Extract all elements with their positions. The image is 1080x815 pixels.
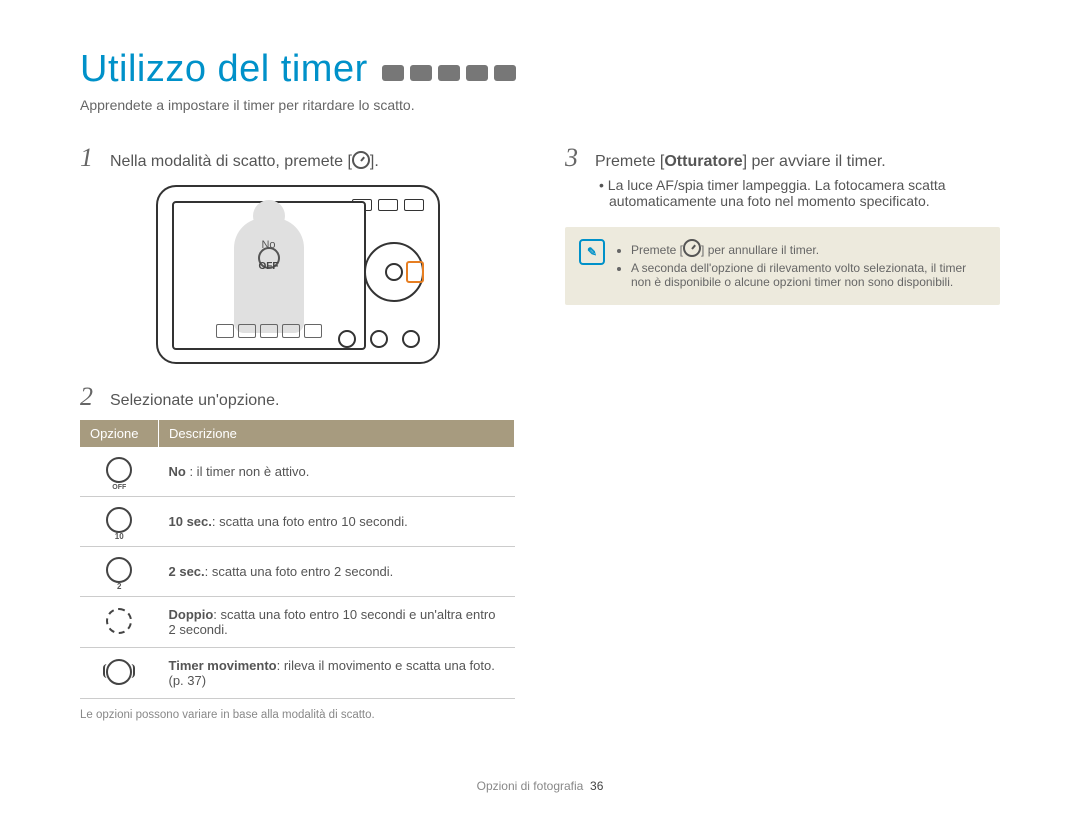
screen-off-label: OFF: [259, 261, 279, 272]
timer-icon: [683, 239, 701, 257]
step-number-3: 3: [565, 143, 587, 173]
timer-double-icon: [106, 608, 132, 634]
dpad-right-highlight: [406, 261, 424, 283]
page-title: Utilizzo del timer: [80, 48, 368, 91]
page-footer: Opzioni di fotografia 36: [0, 779, 1080, 793]
table-header-option: Opzione: [80, 420, 159, 447]
timer-off-icon: [106, 457, 132, 483]
info-box: ✎ Premete [] per annullare il timer. A s…: [565, 227, 1000, 305]
camera-illustration: No OFF: [156, 185, 440, 364]
step-3-bullet: • La luce AF/spia timer lampeggia. La fo…: [599, 177, 1000, 209]
step-2-text: Selezionate un'opzione.: [110, 392, 279, 410]
table-row: Doppio: scatta una foto entro 10 secondi…: [80, 597, 515, 648]
step-3-text: Premete [Otturatore] per avviare il time…: [595, 153, 886, 171]
timer-2s-icon: [106, 557, 132, 583]
mode-icon: [410, 65, 432, 81]
table-row: No : il timer non è attivo.: [80, 447, 515, 497]
mode-icon: [494, 65, 516, 81]
info-bullet-1: Premete [] per annullare il timer.: [631, 239, 986, 257]
table-row: 10 sec.: scatta una foto entro 10 second…: [80, 497, 515, 547]
mode-icons: [382, 65, 516, 87]
camera-screen: No OFF: [172, 201, 366, 350]
options-table: Opzione Descrizione No : il timer non è …: [80, 420, 515, 699]
table-footnote: Le opzioni possono variare in base alla …: [80, 709, 515, 721]
step-number-1: 1: [80, 143, 102, 173]
page-subtitle: Apprendete a impostare il timer per rita…: [80, 97, 1000, 113]
mode-icon: [382, 65, 404, 81]
info-icon: ✎: [579, 239, 605, 265]
info-bullet-2: A seconda dell'opzione di rilevamento vo…: [631, 261, 986, 289]
step-number-2: 2: [80, 382, 102, 412]
timer-10s-icon: [106, 507, 132, 533]
dpad: [364, 242, 424, 302]
table-row: 2 sec.: scatta una foto entro 2 secondi.: [80, 547, 515, 597]
step-1-text: Nella modalità di scatto, premete [].: [110, 151, 379, 171]
timer-motion-icon: [106, 659, 132, 685]
table-row: Timer movimento: rileva il movimento e s…: [80, 648, 515, 699]
timer-icon: [352, 151, 370, 169]
mode-icon: [466, 65, 488, 81]
table-header-description: Descrizione: [159, 420, 515, 447]
mode-icon: [438, 65, 460, 81]
